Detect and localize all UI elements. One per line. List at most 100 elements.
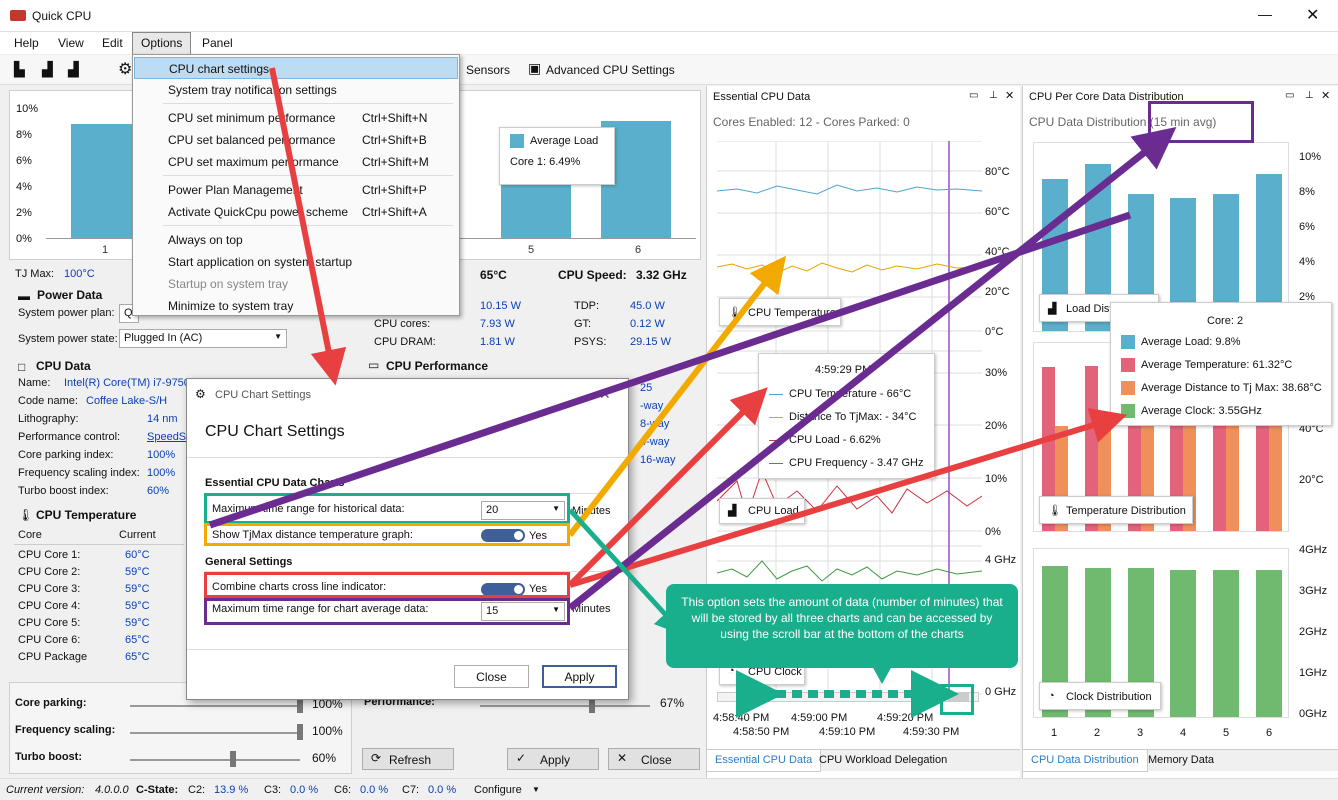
close-icon[interactable]: ✕ (1306, 5, 1319, 25)
slider-track[interactable] (130, 732, 300, 734)
menu-item-2[interactable]: CPU set minimum performance Ctrl+Shift+N (134, 107, 458, 129)
temp-core-label: CPU Core 5: (18, 617, 81, 629)
menu-item-shortcut: Ctrl+Shift+M (362, 155, 429, 169)
refresh-button[interactable]: ⟳ Refresh (362, 748, 454, 770)
menu-item-7[interactable]: Always on top (134, 229, 458, 251)
dialog-close-icon[interactable]: ✕ (599, 386, 611, 403)
cpu-data-value[interactable]: SpeedS (147, 431, 186, 443)
menu-view[interactable]: View (58, 36, 84, 50)
refresh-icon: ⟳ (371, 751, 382, 765)
chart-min-icon[interactable]: ▙ (14, 61, 25, 78)
cpu-performance-title: CPU Performance (386, 359, 489, 373)
menu-bar: Help View Edit Options Panel (0, 32, 1338, 54)
dialog-apply-button[interactable]: Apply (542, 665, 617, 688)
left-chart-legend: Average Load Core 1: 6.49% (499, 127, 615, 185)
menu-options[interactable]: Options (132, 32, 192, 54)
power-state-select[interactable]: Plugged In (AC) ▼ (119, 329, 287, 348)
c6-value: 0.0 % (360, 784, 389, 796)
menu-item-6[interactable]: Activate QuickCpu power scheme Ctrl+Shift… (134, 201, 458, 223)
slider-track[interactable] (130, 759, 300, 761)
menu-item-5[interactable]: Power Plan Management Ctrl+Shift+P (134, 179, 458, 201)
temp-tick: 20°C (985, 286, 1010, 298)
dist-bar (1170, 570, 1197, 717)
close-icon[interactable]: ✕ (1005, 89, 1014, 102)
clock-dist-label: Clock Distribution (1066, 691, 1152, 703)
dialog-close-button[interactable]: Close (454, 665, 529, 688)
bar-chart-icon: ▟ (1048, 303, 1057, 315)
cpu-data-value: Intel(R) Core(TM) i7-9750 (64, 377, 190, 389)
essential-load-button[interactable]: ▟ CPU Load (719, 498, 805, 524)
dialog-heading: CPU Chart Settings (205, 423, 345, 440)
essential-temp-button[interactable]: 🌡 CPU Temperature (719, 298, 841, 326)
temp-core-value: 65°C (125, 651, 150, 663)
restore-icon[interactable]: ▭ (1285, 90, 1294, 101)
load-dist-tick: 8% (1299, 186, 1315, 198)
sensors-button[interactable]: Sensors (466, 63, 510, 77)
menu-item-label: Minimize to system tray (168, 299, 294, 313)
tooltip-row: CPU Frequency - 3.47 GHz (789, 457, 924, 469)
legend-line (769, 417, 783, 418)
menu-panel[interactable]: Panel (202, 36, 233, 50)
tab-essential-cpu-data[interactable]: Essential CPU Data (706, 750, 822, 772)
dialog-close-label: Close (476, 670, 507, 684)
legend-swatch (1121, 404, 1135, 418)
power-state-label: System power state: (18, 333, 118, 345)
dist-x-tick: 2 (1094, 727, 1101, 739)
menu-item-0[interactable]: CPU chart settings (134, 57, 458, 79)
dist-x-tick: 1 (1051, 727, 1058, 739)
legend-line (769, 394, 783, 395)
slider-value: 60% (312, 751, 337, 765)
c7-label: C7: (402, 784, 420, 796)
advanced-settings-button[interactable]: Advanced CPU Settings (546, 63, 675, 77)
minimize-icon[interactable]: — (1258, 6, 1272, 22)
slider-thumb[interactable] (297, 724, 303, 740)
close-main-button[interactable]: ✕ Close (608, 748, 700, 770)
performance-slider-track[interactable] (480, 705, 650, 707)
tab-cpu-data-distribution[interactable]: CPU Data Distribution (1022, 750, 1148, 772)
menu-item-10[interactable]: Minimize to system tray (134, 295, 458, 317)
temp-core-value: 59°C (125, 600, 150, 612)
distribution-tooltip: Core: 2 Average Load: 9.8% Average Tempe… (1110, 302, 1332, 426)
c2-value: 13.9 % (214, 784, 249, 796)
slider-thumb[interactable] (230, 751, 236, 767)
legend-swatch (1121, 335, 1135, 349)
menu-item-8[interactable]: Start application on system startup (134, 251, 458, 273)
slider-track[interactable] (130, 705, 300, 707)
chart-bal-icon[interactable]: ▟ (42, 61, 53, 78)
y-tick: 10% (16, 103, 39, 115)
restore-icon[interactable]: ▭ (969, 90, 978, 101)
gear-icon[interactable]: ⚙ (118, 59, 132, 79)
menu-item-1[interactable]: System tray notification settings (134, 79, 458, 101)
cpu-icon: □ (18, 360, 26, 374)
clock-dist-button[interactable]: ◔ Clock Distribution (1039, 682, 1161, 710)
close-icon[interactable]: ✕ (1321, 89, 1330, 102)
temp-dist-button[interactable]: 🌡 Temperature Distribution (1039, 496, 1193, 524)
chart-max-icon[interactable]: ▟ (68, 61, 79, 78)
clock-dist-tick: 4GHz (1299, 544, 1328, 556)
menu-item-label: Always on top (168, 233, 243, 247)
minutes-label: Minutes (572, 603, 611, 615)
highlight-teal-scroll (940, 684, 974, 715)
pin-icon[interactable]: ⊥ (989, 90, 998, 101)
x-tick: 1 (102, 244, 109, 256)
apply-main-button[interactable]: ✓ Apply (507, 748, 599, 770)
menu-edit[interactable]: Edit (102, 36, 123, 50)
dist-bar (1213, 570, 1239, 717)
window-title: Quick CPU (32, 9, 92, 23)
clock-dist-tick: 3GHz (1299, 585, 1328, 597)
cpu-data-value: Coffee Lake-S/H (86, 395, 168, 407)
tab-memory-data[interactable]: Memory Data (1148, 754, 1214, 766)
menu-item-label: CPU set maximum performance (168, 155, 339, 169)
menu-item-3[interactable]: CPU set balanced performance Ctrl+Shift+B (134, 129, 458, 151)
pin-icon[interactable]: ⊥ (1305, 90, 1314, 101)
time-tick: 4:58:40 PM (713, 712, 770, 724)
menu-item-4[interactable]: CPU set maximum performance Ctrl+Shift+M (134, 151, 458, 173)
menu-item-9[interactable]: Startup on system tray (134, 273, 458, 295)
tab-cpu-workload[interactable]: CPU Workload Delegation (819, 754, 947, 766)
temp-core-label: CPU Core 6: (18, 634, 81, 646)
menu-help[interactable]: Help (14, 36, 39, 50)
cpu-data-label: Frequency scaling index: (18, 467, 140, 479)
temp-col-core: Core (18, 529, 42, 541)
configure-dropdown[interactable]: Configure (474, 784, 522, 796)
cpu-data-value: 14 nm (147, 413, 178, 425)
